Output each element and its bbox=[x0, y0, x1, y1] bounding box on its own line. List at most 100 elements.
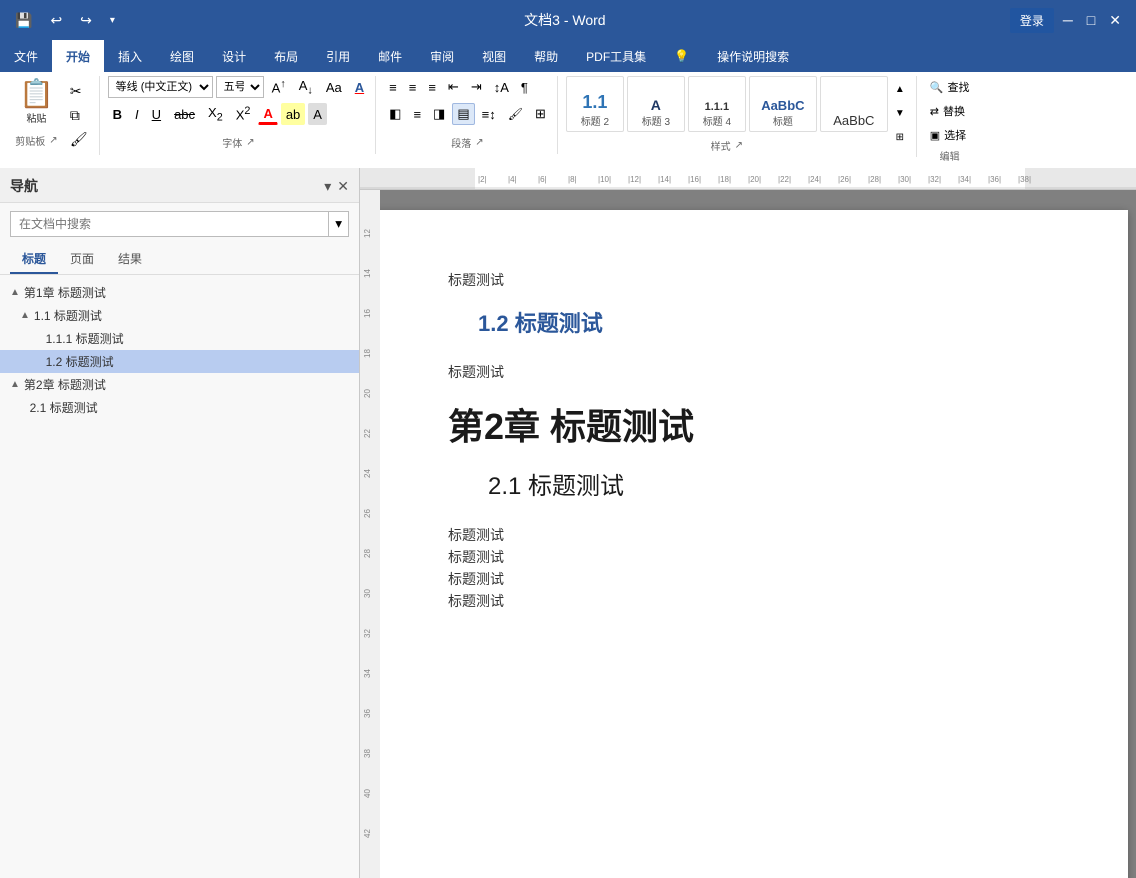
nav-tree-item-sec1-2[interactable]: 1.2 标题测试 bbox=[0, 350, 359, 373]
menu-references[interactable]: 引用 bbox=[312, 40, 364, 72]
styles-up-button[interactable]: ▲ bbox=[890, 78, 910, 100]
align-left-button[interactable]: ◧ bbox=[384, 103, 406, 125]
login-button[interactable]: 登录 bbox=[1010, 8, 1054, 33]
grow-font-button[interactable]: A↑ bbox=[267, 76, 291, 98]
menu-view[interactable]: 视图 bbox=[468, 40, 520, 72]
align-right-button[interactable]: ◨ bbox=[428, 103, 450, 125]
shading-para-button[interactable]: 🖌 bbox=[503, 103, 528, 125]
svg-text:|28|: |28| bbox=[868, 175, 881, 184]
numbering-button[interactable]: ≡ bbox=[404, 76, 422, 98]
font-color-button[interactable]: A bbox=[258, 103, 277, 125]
undo-button[interactable]: ↩ bbox=[45, 10, 67, 31]
shrink-font-button[interactable]: A↓ bbox=[294, 76, 318, 98]
nav-search-button[interactable]: ▾ bbox=[329, 211, 349, 237]
menu-home[interactable]: 开始 bbox=[52, 40, 104, 72]
center-button[interactable]: ≡ bbox=[408, 103, 426, 125]
multilevel-list-button[interactable]: ≡ bbox=[423, 76, 441, 98]
menu-search[interactable]: 操作说明搜索 bbox=[703, 40, 803, 72]
font-expand[interactable]: ↗ bbox=[246, 137, 254, 148]
select-button[interactable]: ▣ 选择 bbox=[925, 124, 975, 146]
nav-tree-item-sec1-1[interactable]: ▲ 1.1 标题测试 bbox=[0, 304, 359, 327]
font-size-select[interactable]: 五号 bbox=[216, 76, 264, 98]
menu-file[interactable]: 文件 bbox=[0, 40, 52, 72]
styles-more-button[interactable]: ⊞ bbox=[890, 126, 910, 148]
style-no-spacing[interactable]: AaBbC bbox=[820, 76, 888, 132]
styles-expand[interactable]: ↗ bbox=[735, 140, 743, 151]
editing-buttons: 🔍 查找 ⇄ 替换 ▣ 选择 bbox=[925, 76, 975, 146]
borders-button[interactable]: ⊞ bbox=[530, 103, 551, 125]
style-heading3[interactable]: A 标题 3 bbox=[627, 76, 685, 132]
minimize-button[interactable]: ─ bbox=[1058, 10, 1078, 30]
svg-text:22: 22 bbox=[363, 429, 372, 438]
subscript-button[interactable]: X2 bbox=[203, 103, 228, 125]
document-page[interactable]: 标题测试 1.2 标题测试 标题测试 第2章 标题测试 2.1 标题测试 标题测… bbox=[368, 210, 1128, 878]
redo-button[interactable]: ↪ bbox=[75, 10, 97, 31]
save-button[interactable]: 💾 bbox=[10, 10, 37, 31]
svg-text:|20|: |20| bbox=[748, 175, 761, 184]
italic-button[interactable]: I bbox=[130, 103, 144, 125]
menu-bulb[interactable]: 💡 bbox=[660, 40, 703, 72]
show-marks-button[interactable]: ¶ bbox=[516, 76, 533, 98]
paste-icon: 📋 bbox=[19, 80, 54, 108]
nav-tree-item-ch2[interactable]: ▲ 第2章 标题测试 bbox=[0, 373, 359, 396]
increase-indent-button[interactable]: ⇥ bbox=[466, 76, 487, 98]
svg-text:|4|: |4| bbox=[508, 175, 517, 184]
nav-tree-item-sec1-1-1[interactable]: 1.1.1 标题测试 bbox=[0, 327, 359, 350]
menu-mail[interactable]: 邮件 bbox=[364, 40, 416, 72]
style-heading1-preview[interactable]: AaBbC 标题 bbox=[749, 76, 817, 132]
decrease-indent-button[interactable]: ⇤ bbox=[443, 76, 464, 98]
nav-search-input[interactable] bbox=[10, 211, 329, 237]
cut-button[interactable]: ✂ bbox=[65, 80, 93, 103]
svg-text:|38|: |38| bbox=[1018, 175, 1031, 184]
close-button[interactable]: ✕ bbox=[1104, 10, 1126, 31]
font-name-select[interactable]: 等线 (中文正文) bbox=[108, 76, 213, 98]
restore-button[interactable]: □ bbox=[1082, 10, 1100, 30]
sort-button[interactable]: ↕A bbox=[489, 76, 514, 98]
paragraph-expand[interactable]: ↗ bbox=[475, 137, 483, 148]
nav-tabs: 标题 页面 结果 bbox=[0, 245, 359, 275]
svg-text:36: 36 bbox=[363, 709, 372, 718]
nav-tab-headings[interactable]: 标题 bbox=[10, 245, 58, 274]
menu-review[interactable]: 审阅 bbox=[416, 40, 468, 72]
change-case-button[interactable]: Aa bbox=[321, 76, 347, 98]
doc-para-4: 标题测试 bbox=[448, 547, 1048, 567]
justify-button[interactable]: ▤ bbox=[452, 103, 474, 125]
nav-close-button[interactable]: ✕ bbox=[337, 178, 349, 195]
find-button[interactable]: 🔍 查找 bbox=[925, 76, 975, 98]
menu-help[interactable]: 帮助 bbox=[520, 40, 572, 72]
copy-button[interactable]: ⧉ bbox=[65, 104, 93, 127]
nav-tab-pages[interactable]: 页面 bbox=[58, 245, 106, 274]
strikethrough-button[interactable]: abc bbox=[169, 103, 200, 125]
line-spacing-button[interactable]: ≡↕ bbox=[477, 103, 501, 125]
clipboard-expand[interactable]: ↗ bbox=[49, 135, 57, 146]
bold-button[interactable]: B bbox=[108, 103, 127, 125]
clear-format-button[interactable]: A bbox=[350, 76, 369, 98]
paste-button[interactable]: 📋 粘贴 bbox=[12, 76, 61, 128]
menu-insert[interactable]: 插入 bbox=[104, 40, 156, 72]
qat-dropdown-button[interactable]: ▾ bbox=[105, 13, 120, 28]
replace-button[interactable]: ⇄ 替换 bbox=[925, 100, 975, 122]
menu-layout[interactable]: 布局 bbox=[260, 40, 312, 72]
svg-text:12: 12 bbox=[363, 229, 372, 238]
format-painter-button[interactable]: 🖌 bbox=[65, 128, 93, 151]
nav-tab-results[interactable]: 结果 bbox=[106, 245, 154, 274]
nav-tree-item-ch1[interactable]: ▲ 第1章 标题测试 bbox=[0, 281, 359, 304]
shading-button[interactable]: A bbox=[308, 103, 327, 125]
nav-dropdown-button[interactable]: ▾ bbox=[324, 178, 331, 195]
nav-tree-item-sec2-1[interactable]: 2.1 标题测试 bbox=[0, 396, 359, 419]
highlight-button[interactable]: ab bbox=[281, 103, 305, 125]
superscript-button[interactable]: X2 bbox=[231, 103, 256, 125]
menu-pdf[interactable]: PDF工具集 bbox=[572, 40, 660, 72]
menu-draw[interactable]: 绘图 bbox=[156, 40, 208, 72]
style-heading4[interactable]: 1.1.1 标题 4 bbox=[688, 76, 746, 132]
doc-para-1: 标题测试 bbox=[448, 270, 1048, 290]
styles-down-button[interactable]: ▼ bbox=[890, 102, 910, 124]
menu-design[interactable]: 设计 bbox=[208, 40, 260, 72]
editing-group: 🔍 查找 ⇄ 替换 ▣ 选择 编辑 bbox=[919, 76, 981, 167]
style-heading2[interactable]: 1.1 标题 2 bbox=[566, 76, 624, 132]
document-area[interactable]: 12 14 16 18 20 22 24 26 28 30 32 34 36 3… bbox=[360, 190, 1136, 878]
underline-button[interactable]: U bbox=[147, 103, 166, 125]
bullets-button[interactable]: ≡ bbox=[384, 76, 402, 98]
svg-text:34: 34 bbox=[363, 669, 372, 678]
clipboard-group: 📋 粘贴 剪贴板 ↗ ✂ ⧉ 🖌 bbox=[6, 76, 100, 155]
